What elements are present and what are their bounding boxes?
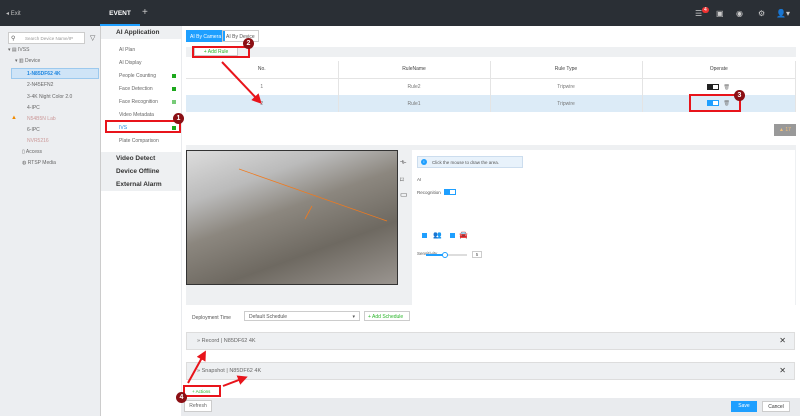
arrow-to-snapshot [222,375,248,387]
annotation-arrows [187,61,262,387]
arrow-to-row [221,61,262,104]
arrow-to-record [187,350,206,384]
